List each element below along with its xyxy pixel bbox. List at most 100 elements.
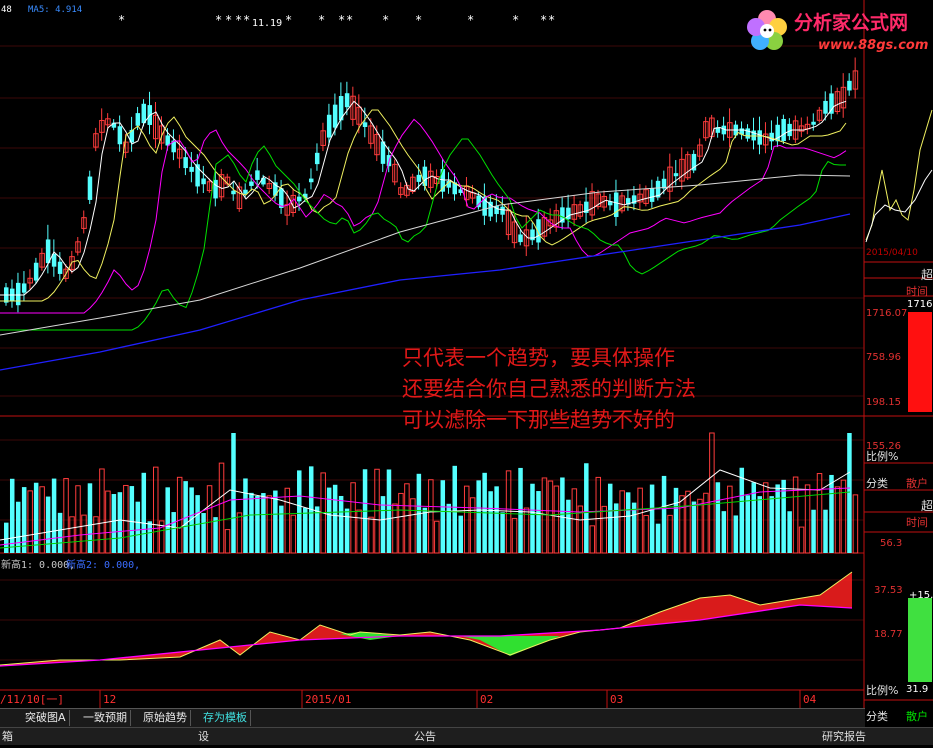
candle-body — [769, 132, 774, 142]
category-label: 分类 — [866, 477, 888, 490]
volume-bar — [386, 469, 392, 553]
volume-bar — [218, 462, 225, 554]
candle-body — [745, 128, 751, 139]
signal-star: * — [346, 13, 353, 27]
notice-button[interactable]: 公告 — [414, 729, 436, 744]
tab-breakout-a[interactable]: 突破图A — [22, 710, 70, 726]
template-tab-bar: 突破图A 一致预期 原始趋势 存为模板 — [0, 708, 865, 727]
volume-bar — [547, 480, 554, 554]
volume-bar — [368, 516, 374, 554]
volume-bar — [553, 485, 560, 554]
candle-body — [243, 189, 248, 194]
volume-bar — [798, 526, 805, 554]
volume-bar — [255, 496, 260, 553]
ratio-label-2: 比例% — [866, 684, 899, 697]
signal-star: * — [225, 13, 232, 27]
ind-value-3: 18.77 — [874, 629, 903, 640]
site-logo: 分析家公式网 www.88gs.com — [742, 4, 932, 62]
volume-bar — [667, 514, 673, 554]
volume-bar — [518, 467, 523, 553]
volume-bar — [488, 491, 493, 553]
volume-bar — [637, 487, 643, 554]
volume-bar — [733, 515, 739, 553]
volume-bar — [775, 484, 780, 553]
volume-bar — [523, 507, 530, 554]
volume-bar — [673, 487, 679, 553]
volume-bar — [469, 497, 476, 554]
tab-original-trend[interactable]: 原始趋势 — [140, 710, 191, 726]
indicator-down-area — [460, 636, 560, 656]
status-bar: 箱 设 公告 研究报告 — [0, 727, 933, 745]
candle-body — [15, 282, 21, 306]
time-label-2: 时间 — [906, 516, 928, 529]
research-report-button[interactable]: 研究报告 — [822, 729, 866, 744]
volume-bar — [344, 508, 350, 553]
peak-price-label: 11.19 — [252, 18, 282, 29]
volume-bar — [787, 511, 792, 553]
volume-bar — [75, 485, 81, 554]
volume-bar — [303, 507, 308, 553]
volume-bar — [290, 514, 297, 554]
volume-bar — [697, 498, 703, 554]
volume-bar — [458, 515, 463, 553]
volume-bar — [566, 499, 571, 553]
candle-body — [673, 173, 679, 177]
volume-bar — [536, 491, 541, 553]
candle-body — [326, 114, 332, 138]
ind-value-2: 37.53 — [874, 585, 903, 596]
volume-bar — [511, 517, 518, 554]
candle-body — [362, 122, 368, 127]
logo-title: 分析家公式网 — [794, 12, 909, 34]
volume-bar — [661, 475, 667, 553]
volume-bar — [261, 493, 266, 553]
volume-bar — [117, 492, 123, 553]
volume-bar — [500, 512, 505, 553]
chao-label-2[interactable]: 超 — [921, 497, 933, 514]
candle-body — [811, 121, 816, 125]
volume-bar — [691, 501, 697, 553]
chao-label[interactable]: 超 — [921, 266, 933, 283]
candle-body — [261, 177, 266, 185]
price-level-2: 758.96 — [866, 352, 901, 363]
candle-body — [530, 229, 535, 241]
logo-url: www.88gs.com — [818, 38, 929, 53]
volume-bar — [9, 478, 15, 553]
volume-bar — [649, 484, 655, 553]
volume-bar — [176, 476, 183, 554]
candle-body — [249, 181, 254, 186]
volume-bar — [589, 525, 596, 554]
indicator-trend-line — [0, 571, 853, 666]
settings-button[interactable]: 设 — [198, 729, 209, 744]
signal-star: * — [512, 13, 519, 27]
volume-bar — [428, 479, 434, 554]
volume-bar — [601, 505, 607, 554]
volume-bar — [224, 529, 231, 554]
ma5-legend: MA5: 4.914 — [28, 5, 82, 15]
volume-bar — [141, 472, 147, 553]
status-left[interactable]: 箱 — [2, 729, 13, 744]
indicator-legend-b: 新高2: 0.000, — [66, 558, 140, 571]
volume-bar — [206, 485, 213, 554]
candle-body — [314, 152, 320, 165]
volume-bar — [135, 501, 141, 553]
volume-bar — [625, 492, 631, 553]
retail-label: 散户 — [906, 477, 928, 490]
volume-bar — [607, 483, 613, 553]
candle-body — [255, 170, 260, 180]
volume-bar — [33, 482, 39, 553]
time-label: 时间 — [906, 285, 928, 298]
volume-bar — [452, 465, 457, 553]
volume-bar — [111, 494, 117, 553]
indicator-up-area — [0, 572, 852, 666]
volume-bar — [266, 495, 273, 554]
volume-bar — [847, 433, 852, 553]
volume-bar — [715, 482, 721, 553]
candle-body — [189, 166, 194, 172]
tab-save-template[interactable]: 存为模板 — [200, 710, 251, 726]
volume-bar — [147, 521, 153, 553]
tab-consensus[interactable]: 一致预期 — [80, 710, 131, 726]
price-level-3: 198.15 — [866, 397, 901, 408]
mini-avg-line — [865, 169, 933, 243]
candle-body — [165, 135, 170, 146]
volume-bar — [129, 486, 135, 553]
